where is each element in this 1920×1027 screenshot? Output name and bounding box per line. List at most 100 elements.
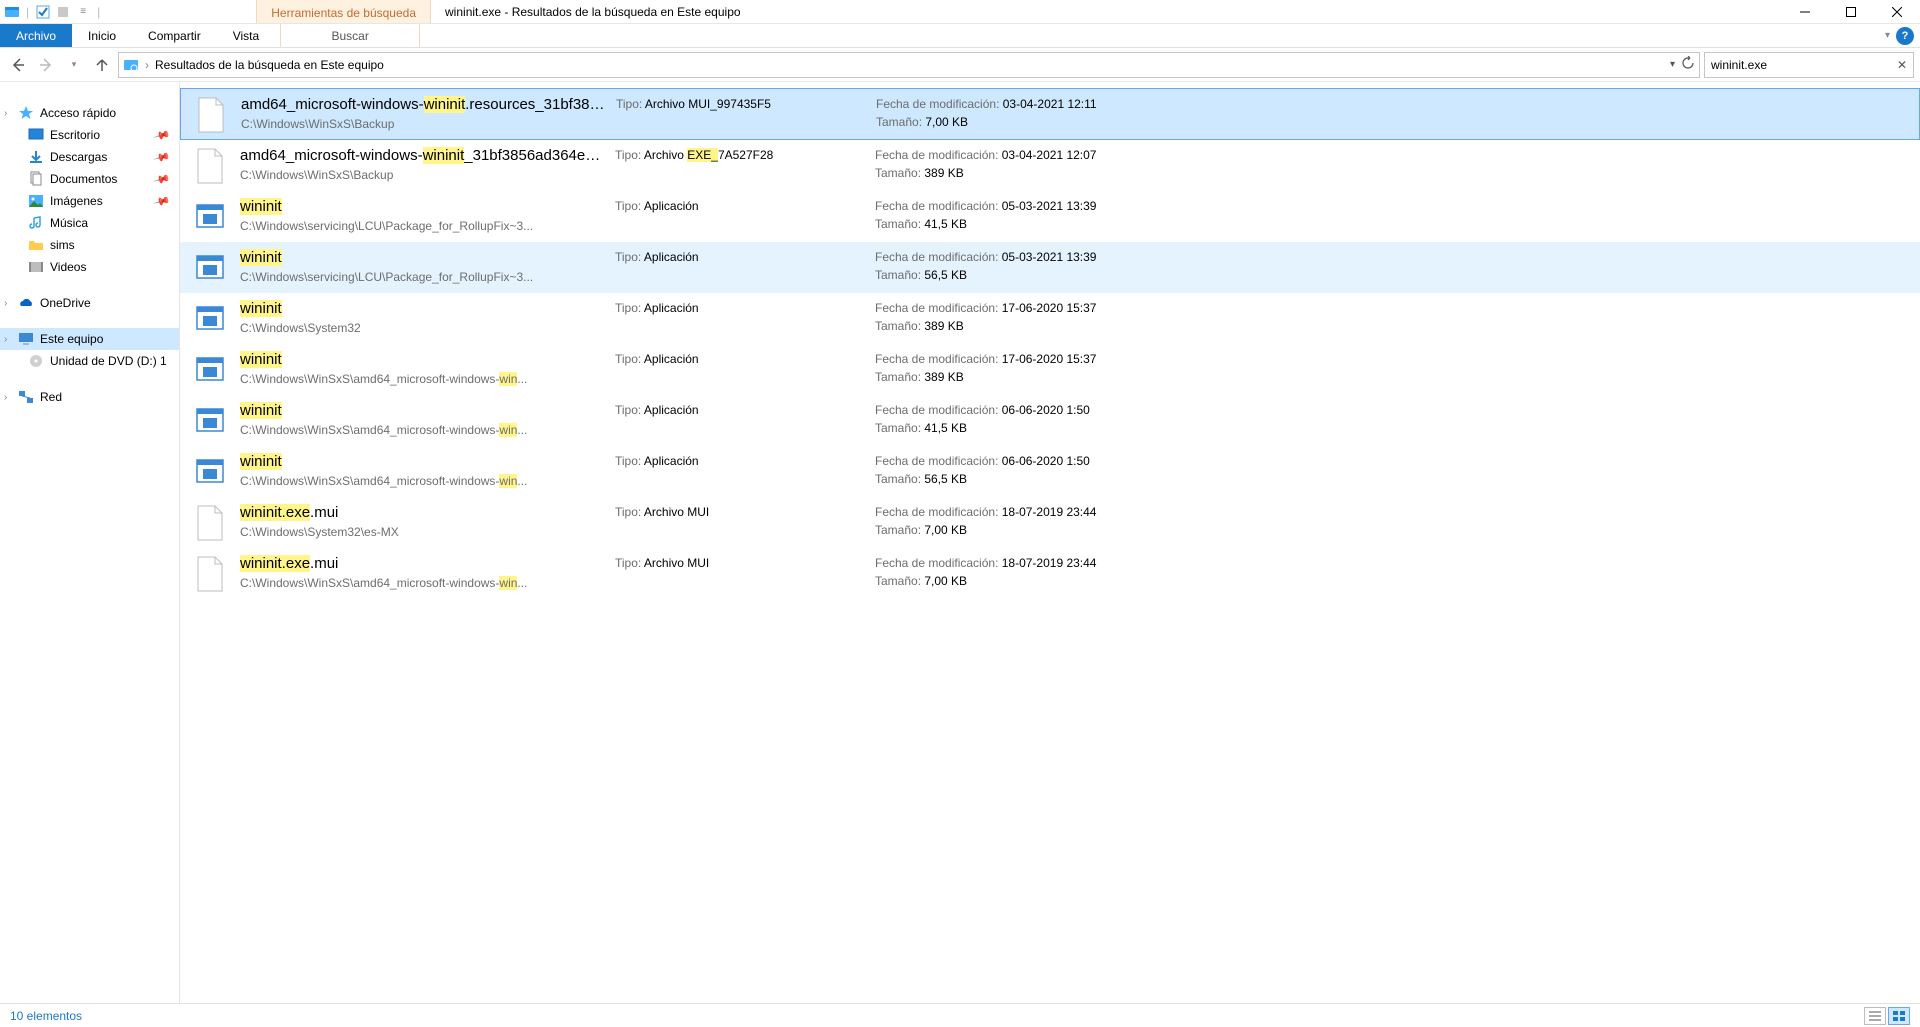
- search-result-row[interactable]: wininit.exe.muiC:\Windows\WinSxS\amd64_m…: [180, 548, 1920, 599]
- refresh-icon[interactable]: [1681, 56, 1695, 73]
- search-box[interactable]: ✕: [1704, 52, 1914, 78]
- result-filename: wininit: [240, 350, 605, 370]
- search-result-row[interactable]: amd64_microsoft-windows-wininit.resource…: [180, 88, 1920, 140]
- help-icon[interactable]: ?: [1896, 27, 1914, 45]
- result-type: Tipo: Archivo EXE_7A527F28: [615, 146, 875, 164]
- result-filename: wininit: [240, 299, 605, 319]
- tab-share[interactable]: Compartir: [132, 24, 217, 47]
- pin-icon: 📌: [153, 148, 171, 166]
- result-type: Tipo: Archivo MUI_997435F5: [616, 95, 876, 113]
- sidebar-item-pictures[interactable]: Imágenes 📌: [0, 190, 179, 212]
- sidebar-label: Documentos: [50, 172, 117, 186]
- dropdown-qat-icon[interactable]: [55, 4, 71, 20]
- result-size: Tamaño: 389 KB: [875, 164, 1920, 182]
- chevron-right-icon[interactable]: ›: [4, 334, 7, 345]
- search-result-row[interactable]: wininitC:\Windows\WinSxS\amd64_microsoft…: [180, 446, 1920, 497]
- search-result-row[interactable]: wininit C:\Windows\WinSxS\amd64_microsoft…: [180, 344, 1920, 395]
- result-modified-date: Fecha de modificación: 18-07-2019 23:44: [875, 554, 1920, 572]
- sidebar-item-downloads[interactable]: Descargas 📌: [0, 146, 179, 168]
- result-type: Tipo: Aplicación: [615, 350, 875, 368]
- result-size: Tamaño: 41,5 KB: [875, 419, 1920, 437]
- file-icon: [180, 146, 240, 184]
- search-location-icon: [123, 57, 139, 73]
- result-path: C:\Windows\WinSxS\amd64_microsoft-window…: [240, 372, 605, 386]
- sidebar-item-music[interactable]: Música: [0, 212, 179, 234]
- result-path: C:\Windows\System32\es-MX: [240, 525, 605, 539]
- result-type: Tipo: Archivo MUI: [615, 554, 875, 572]
- qat-separator: |: [26, 5, 29, 19]
- quick-access-toolbar: | ≡ |: [0, 4, 106, 20]
- sidebar-item-network[interactable]: › Red: [0, 386, 179, 408]
- folder-icon: [28, 237, 44, 253]
- search-result-row[interactable]: wininitC:\Windows\WinSxS\amd64_microsoft…: [180, 395, 1920, 446]
- sidebar-item-videos[interactable]: Videos: [0, 256, 179, 278]
- navigation-toolbar: ▾ › Resultados de la búsqueda en Este eq…: [0, 48, 1920, 82]
- result-filename: wininit: [240, 248, 605, 268]
- result-modified-date: Fecha de modificación: 05-03-2021 13:39: [875, 248, 1920, 266]
- recent-dropdown-icon[interactable]: ▾: [62, 53, 86, 77]
- pin-icon: 📌: [153, 170, 171, 188]
- search-clear-icon[interactable]: ✕: [1897, 58, 1907, 72]
- result-path: C:\Windows\WinSxS\amd64_microsoft-window…: [240, 423, 605, 437]
- search-result-row[interactable]: wininitC:\Windows\servicing\LCU\Package_…: [180, 191, 1920, 242]
- qat-overflow-icon[interactable]: ≡: [75, 4, 91, 20]
- sidebar-label: Descargas: [50, 150, 107, 164]
- tab-view[interactable]: Vista: [217, 24, 275, 47]
- view-details-button[interactable]: [1864, 1007, 1886, 1025]
- back-button[interactable]: [6, 53, 30, 77]
- sidebar-item-documents[interactable]: Documentos 📌: [0, 168, 179, 190]
- music-icon: [28, 215, 44, 231]
- file-icon: [180, 503, 240, 541]
- result-filename: wininit.exe.mui: [240, 503, 605, 523]
- tab-home[interactable]: Inicio: [72, 24, 132, 47]
- close-button[interactable]: [1874, 0, 1920, 24]
- search-results-list: amd64_microsoft-windows-wininit.resource…: [180, 82, 1920, 1003]
- search-result-row[interactable]: amd64_microsoft-windows-wininit_31bf3856…: [180, 140, 1920, 191]
- sidebar-item-dvd[interactable]: Unidad de DVD (D:) 1: [0, 350, 179, 372]
- sidebar-item-quick-access[interactable]: › Acceso rápido: [0, 102, 179, 124]
- address-dropdown-icon[interactable]: ▾: [1670, 59, 1675, 70]
- tab-search[interactable]: Buscar: [280, 24, 420, 47]
- result-modified-date: Fecha de modificación: 18-07-2019 23:44: [875, 503, 1920, 521]
- star-icon: [18, 105, 34, 121]
- search-result-row[interactable]: wininit.exe.mui C:\Windows\System32\es-MX…: [180, 497, 1920, 548]
- sidebar-item-desktop[interactable]: Escritorio 📌: [0, 124, 179, 146]
- result-size: Tamaño: 7,00 KB: [875, 572, 1920, 590]
- forward-button[interactable]: [34, 53, 58, 77]
- result-type: Tipo: Aplicación: [615, 299, 875, 317]
- result-modified-date: Fecha de modificación: 03-04-2021 12:11: [876, 95, 1919, 113]
- search-tools-context-tab: Herramientas de búsqueda: [256, 0, 431, 23]
- result-filename: amd64_microsoft-windows-wininit.resource…: [241, 95, 606, 115]
- breadcrumb[interactable]: Resultados de la búsqueda en Este equipo: [155, 58, 1664, 72]
- result-modified-date: Fecha de modificación: 06-06-2020 1:50: [875, 401, 1920, 419]
- result-type: Tipo: Aplicación: [615, 248, 875, 266]
- downloads-icon: [28, 149, 44, 165]
- window-title: wininit.exe - Resultados de la búsqueda …: [431, 0, 755, 23]
- this-pc-icon: [18, 331, 34, 347]
- search-input[interactable]: [1711, 58, 1897, 72]
- search-result-row[interactable]: wininitC:\Windows\servicing\LCU\Package_…: [180, 242, 1920, 293]
- chevron-right-icon[interactable]: ›: [4, 108, 7, 119]
- application-icon: [180, 350, 240, 388]
- checkbox-qat-icon[interactable]: [35, 4, 51, 20]
- result-type: Tipo: Archivo MUI: [615, 503, 875, 521]
- sidebar-item-sims[interactable]: sims: [0, 234, 179, 256]
- qat-separator: |: [97, 5, 100, 19]
- ribbon-expand-icon[interactable]: ▾: [1885, 30, 1890, 41]
- maximize-button[interactable]: [1828, 0, 1874, 24]
- chevron-right-icon[interactable]: ›: [4, 392, 7, 403]
- file-icon: [181, 95, 241, 133]
- chevron-right-icon[interactable]: ›: [4, 298, 7, 309]
- address-bar[interactable]: › Resultados de la búsqueda en Este equi…: [118, 52, 1700, 78]
- sidebar-label: Red: [40, 390, 62, 404]
- tab-file[interactable]: Archivo: [0, 24, 72, 47]
- sidebar-item-this-pc[interactable]: › Este equipo: [0, 328, 179, 350]
- videos-icon: [28, 259, 44, 275]
- up-button[interactable]: [90, 53, 114, 77]
- result-modified-date: Fecha de modificación: 17-06-2020 15:37: [875, 299, 1920, 317]
- result-path: C:\Windows\WinSxS\Backup: [240, 168, 605, 182]
- search-result-row[interactable]: wininitC:\Windows\System32Tipo: Aplicaci…: [180, 293, 1920, 344]
- sidebar-item-onedrive[interactable]: › OneDrive: [0, 292, 179, 314]
- view-large-icons-button[interactable]: [1888, 1007, 1910, 1025]
- minimize-button[interactable]: [1782, 0, 1828, 24]
